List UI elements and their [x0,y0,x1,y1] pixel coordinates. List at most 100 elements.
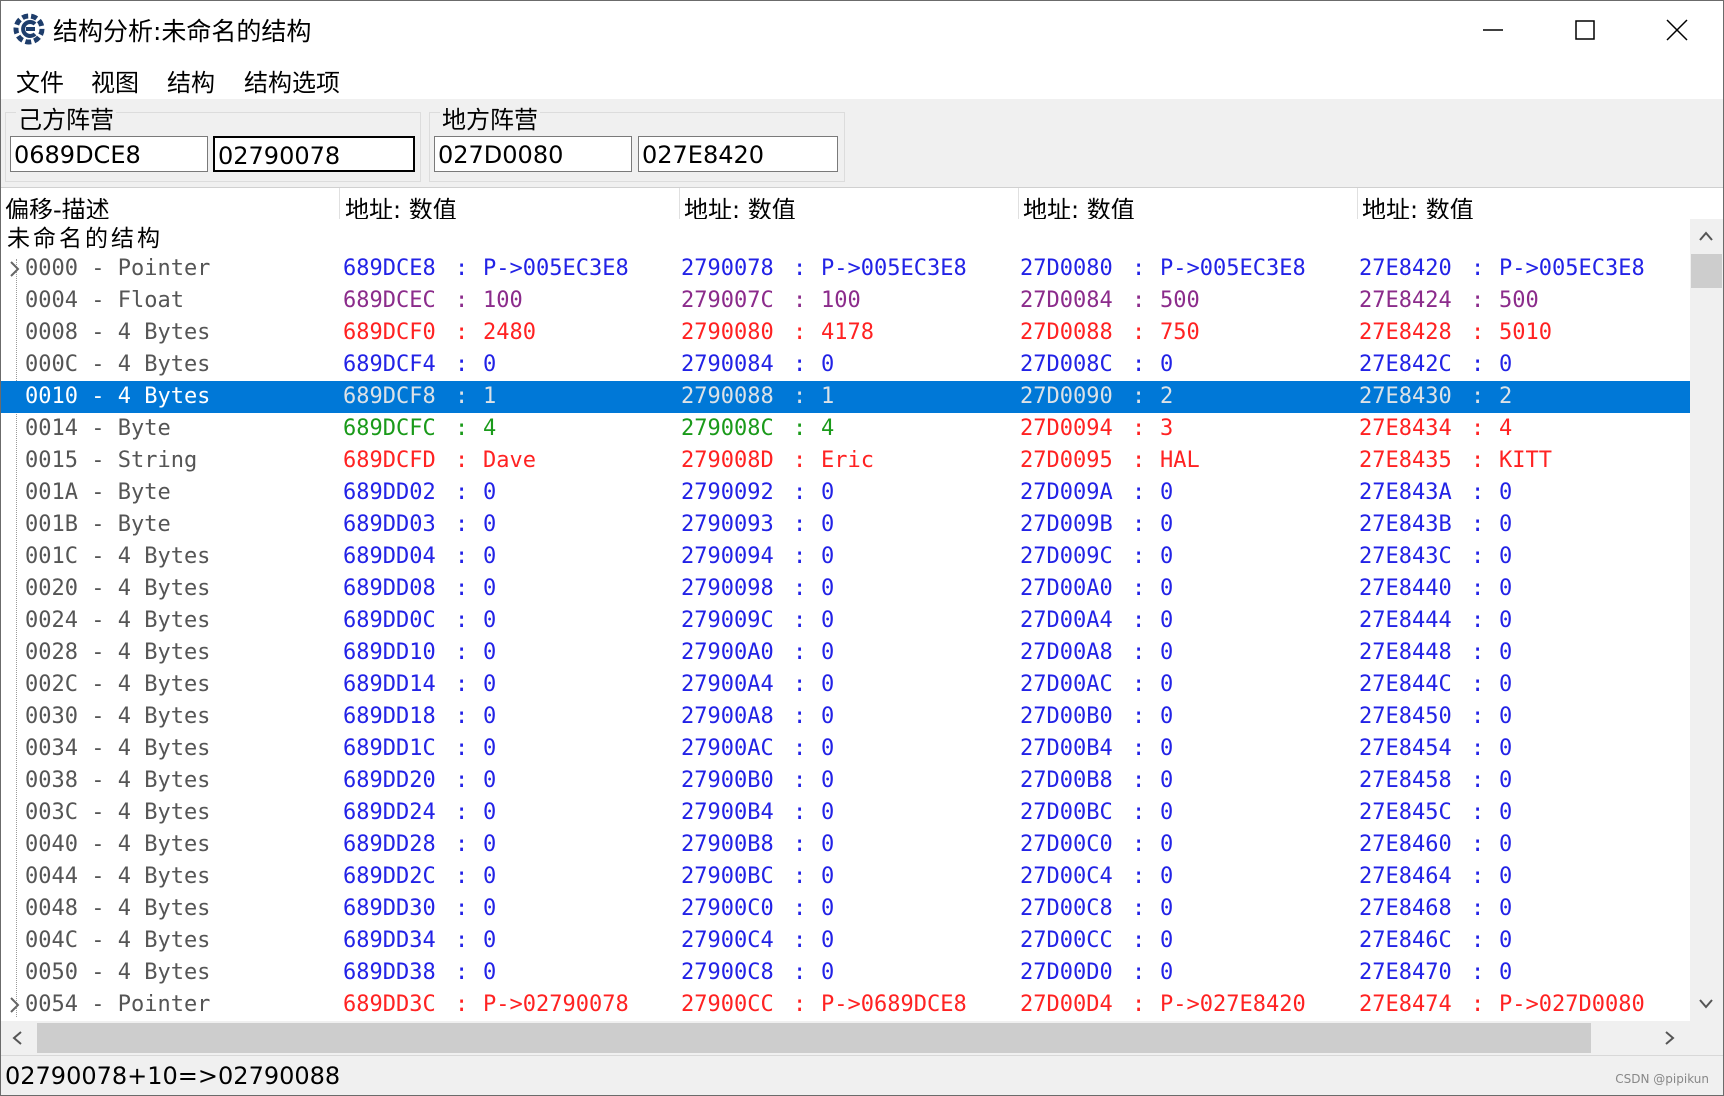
cell-value[interactable]: 0 [483,672,496,697]
cell-value[interactable]: 0 [483,704,496,729]
cell-value[interactable]: 0 [1160,512,1173,537]
cell-value[interactable]: Dave [483,448,536,473]
cell-value[interactable]: 750 [1160,320,1200,345]
cell-value[interactable]: P->027D0080 [1499,992,1645,1017]
cell-value[interactable]: 0 [483,608,496,633]
cell-value[interactable]: 4 [1499,416,1512,441]
cell-value[interactable]: 0 [1499,960,1512,985]
table-row[interactable]: 001C - 4 Bytes 689DD04:0 2790094:0 27D009C:… [1,541,1690,573]
vertical-scroll-thumb[interactable] [1691,254,1722,288]
table-row[interactable]: 003C - 4 Bytes 689DD24:0 27900B4:0 27D00BC:… [1,797,1690,829]
address-field[interactable]: 027D0080 [434,136,632,172]
cell-value[interactable]: 0 [821,704,834,729]
cell-value[interactable]: 0 [1160,768,1173,793]
column-divider[interactable] [1357,188,1358,220]
table-row[interactable]: 0050 - 4 Bytes 689DD38:0 27900C8:0 27D00D0:… [1,957,1690,989]
cell-value[interactable]: 0 [483,640,496,665]
cell-value[interactable]: 0 [821,736,834,761]
cell-value[interactable]: 0 [821,512,834,537]
cell-value[interactable]: 0 [821,928,834,953]
horizontal-scroll-thumb[interactable] [37,1023,1591,1053]
cell-value[interactable]: 0 [1499,864,1512,889]
cell-value[interactable]: 0 [483,736,496,761]
cell-value[interactable]: 0 [1160,928,1173,953]
table-row[interactable]: 0020 - 4 Bytes 689DD08:0 2790098:0 27D00A0:… [1,573,1690,605]
cell-value[interactable]: HAL [1160,448,1200,473]
cell-value[interactable]: P->005EC3E8 [1499,256,1645,281]
cell-value[interactable]: 0 [821,544,834,569]
cell-value[interactable]: 0 [821,960,834,985]
address-field[interactable]: 027E8420 [638,136,838,172]
cell-value[interactable]: 0 [1160,672,1173,697]
cell-value[interactable]: 5010 [1499,320,1552,345]
table-row[interactable]: 0004 - Float 689DCEC:100 279007C:100 27D008… [1,285,1690,317]
menu-structure-options[interactable]: 结构选项 [244,63,340,98]
cell-value[interactable]: 0 [821,608,834,633]
cell-value[interactable]: 0 [483,832,496,857]
cell-value[interactable]: P->02790078 [483,992,629,1017]
cell-value[interactable]: 0 [483,480,496,505]
column-divider[interactable] [679,188,680,220]
vertical-scrollbar[interactable] [1690,219,1723,1021]
cell-value[interactable]: 0 [1160,352,1173,377]
cell-value[interactable]: 0 [1499,896,1512,921]
cell-value[interactable]: 0 [1160,640,1173,665]
cell-value[interactable]: 2480 [483,320,536,345]
cell-value[interactable]: 0 [1499,352,1512,377]
cell-value[interactable]: 0 [483,576,496,601]
cell-value[interactable]: 0 [1160,704,1173,729]
column-divider[interactable] [339,188,340,220]
cell-value[interactable]: 4178 [821,320,874,345]
cell-value[interactable]: 0 [1160,896,1173,921]
cell-value[interactable]: 0 [483,544,496,569]
cell-value[interactable]: 0 [821,640,834,665]
cell-value[interactable]: 0 [1160,608,1173,633]
table-row[interactable]: 0048 - 4 Bytes 689DD30:0 27900C0:0 27D00C8:… [1,893,1690,925]
cell-value[interactable]: 0 [1499,672,1512,697]
table-row[interactable]: 0010 - 4 Bytes 689DCF8:1 2790088:1 27D0090:… [1,381,1690,413]
cell-value[interactable]: 0 [1499,576,1512,601]
cell-value[interactable]: P->005EC3E8 [821,256,967,281]
table-row[interactable]: 0000 - Pointer 689DCE8: P->005EC3E8 2790078… [1,253,1690,285]
expand-chevron-icon[interactable] [9,996,21,1014]
cell-value[interactable]: 0 [1499,704,1512,729]
table-row[interactable]: 0028 - 4 Bytes 689DD10:0 27900A0:0 27D00A8:… [1,637,1690,669]
address-field[interactable]: 0689DCE8 [10,136,208,172]
cell-value[interactable]: P->005EC3E8 [1160,256,1306,281]
cell-value[interactable]: 0 [483,896,496,921]
maximize-button[interactable] [1539,1,1631,59]
cell-value[interactable]: 0 [1499,928,1512,953]
cell-value[interactable]: 0 [821,480,834,505]
cell-value[interactable]: 100 [821,288,861,313]
cell-value[interactable]: P->027E8420 [1160,992,1306,1017]
expand-chevron-icon[interactable] [9,260,21,278]
cell-value[interactable]: 0 [1499,512,1512,537]
horizontal-scrollbar[interactable] [1,1021,1690,1055]
cell-value[interactable]: 0 [1160,864,1173,889]
table-row[interactable]: 0015 - String 689DCFD: Dave 279008D: Eric 27D… [1,445,1690,477]
cell-value[interactable]: 0 [483,512,496,537]
cell-value[interactable]: 0 [1499,544,1512,569]
close-button[interactable] [1631,1,1723,59]
cell-value[interactable]: 0 [1160,800,1173,825]
table-row[interactable]: 004C - 4 Bytes 689DD34:0 27900C4:0 27D00CC:… [1,925,1690,957]
cell-value[interactable]: 0 [1499,768,1512,793]
cell-value[interactable]: 0 [821,768,834,793]
cell-value[interactable]: 0 [1499,640,1512,665]
table-row[interactable]: 0024 - 4 Bytes 689DD0C:0 279009C:0 27D00A4:… [1,605,1690,637]
scroll-up-icon[interactable] [1699,231,1713,241]
cell-value[interactable]: 0 [1499,480,1512,505]
cell-value[interactable]: Eric [821,448,874,473]
cell-value[interactable]: 0 [1499,832,1512,857]
scroll-left-icon[interactable] [12,1031,22,1045]
cell-value[interactable]: 0 [483,768,496,793]
table-row[interactable]: 0040 - 4 Bytes 689DD28:0 27900B8:0 27D00C0:… [1,829,1690,861]
cell-value[interactable]: P->005EC3E8 [483,256,629,281]
cell-value[interactable]: 500 [1160,288,1200,313]
cell-value[interactable]: 0 [1160,480,1173,505]
cell-value[interactable]: 0 [483,960,496,985]
table-row[interactable]: 001A - Byte 689DD02:0 2790092:0 27D009A:0 27… [1,477,1690,509]
cell-value[interactable]: 0 [821,672,834,697]
menu-structure[interactable]: 结构 [167,63,215,98]
cell-value[interactable]: 0 [483,928,496,953]
